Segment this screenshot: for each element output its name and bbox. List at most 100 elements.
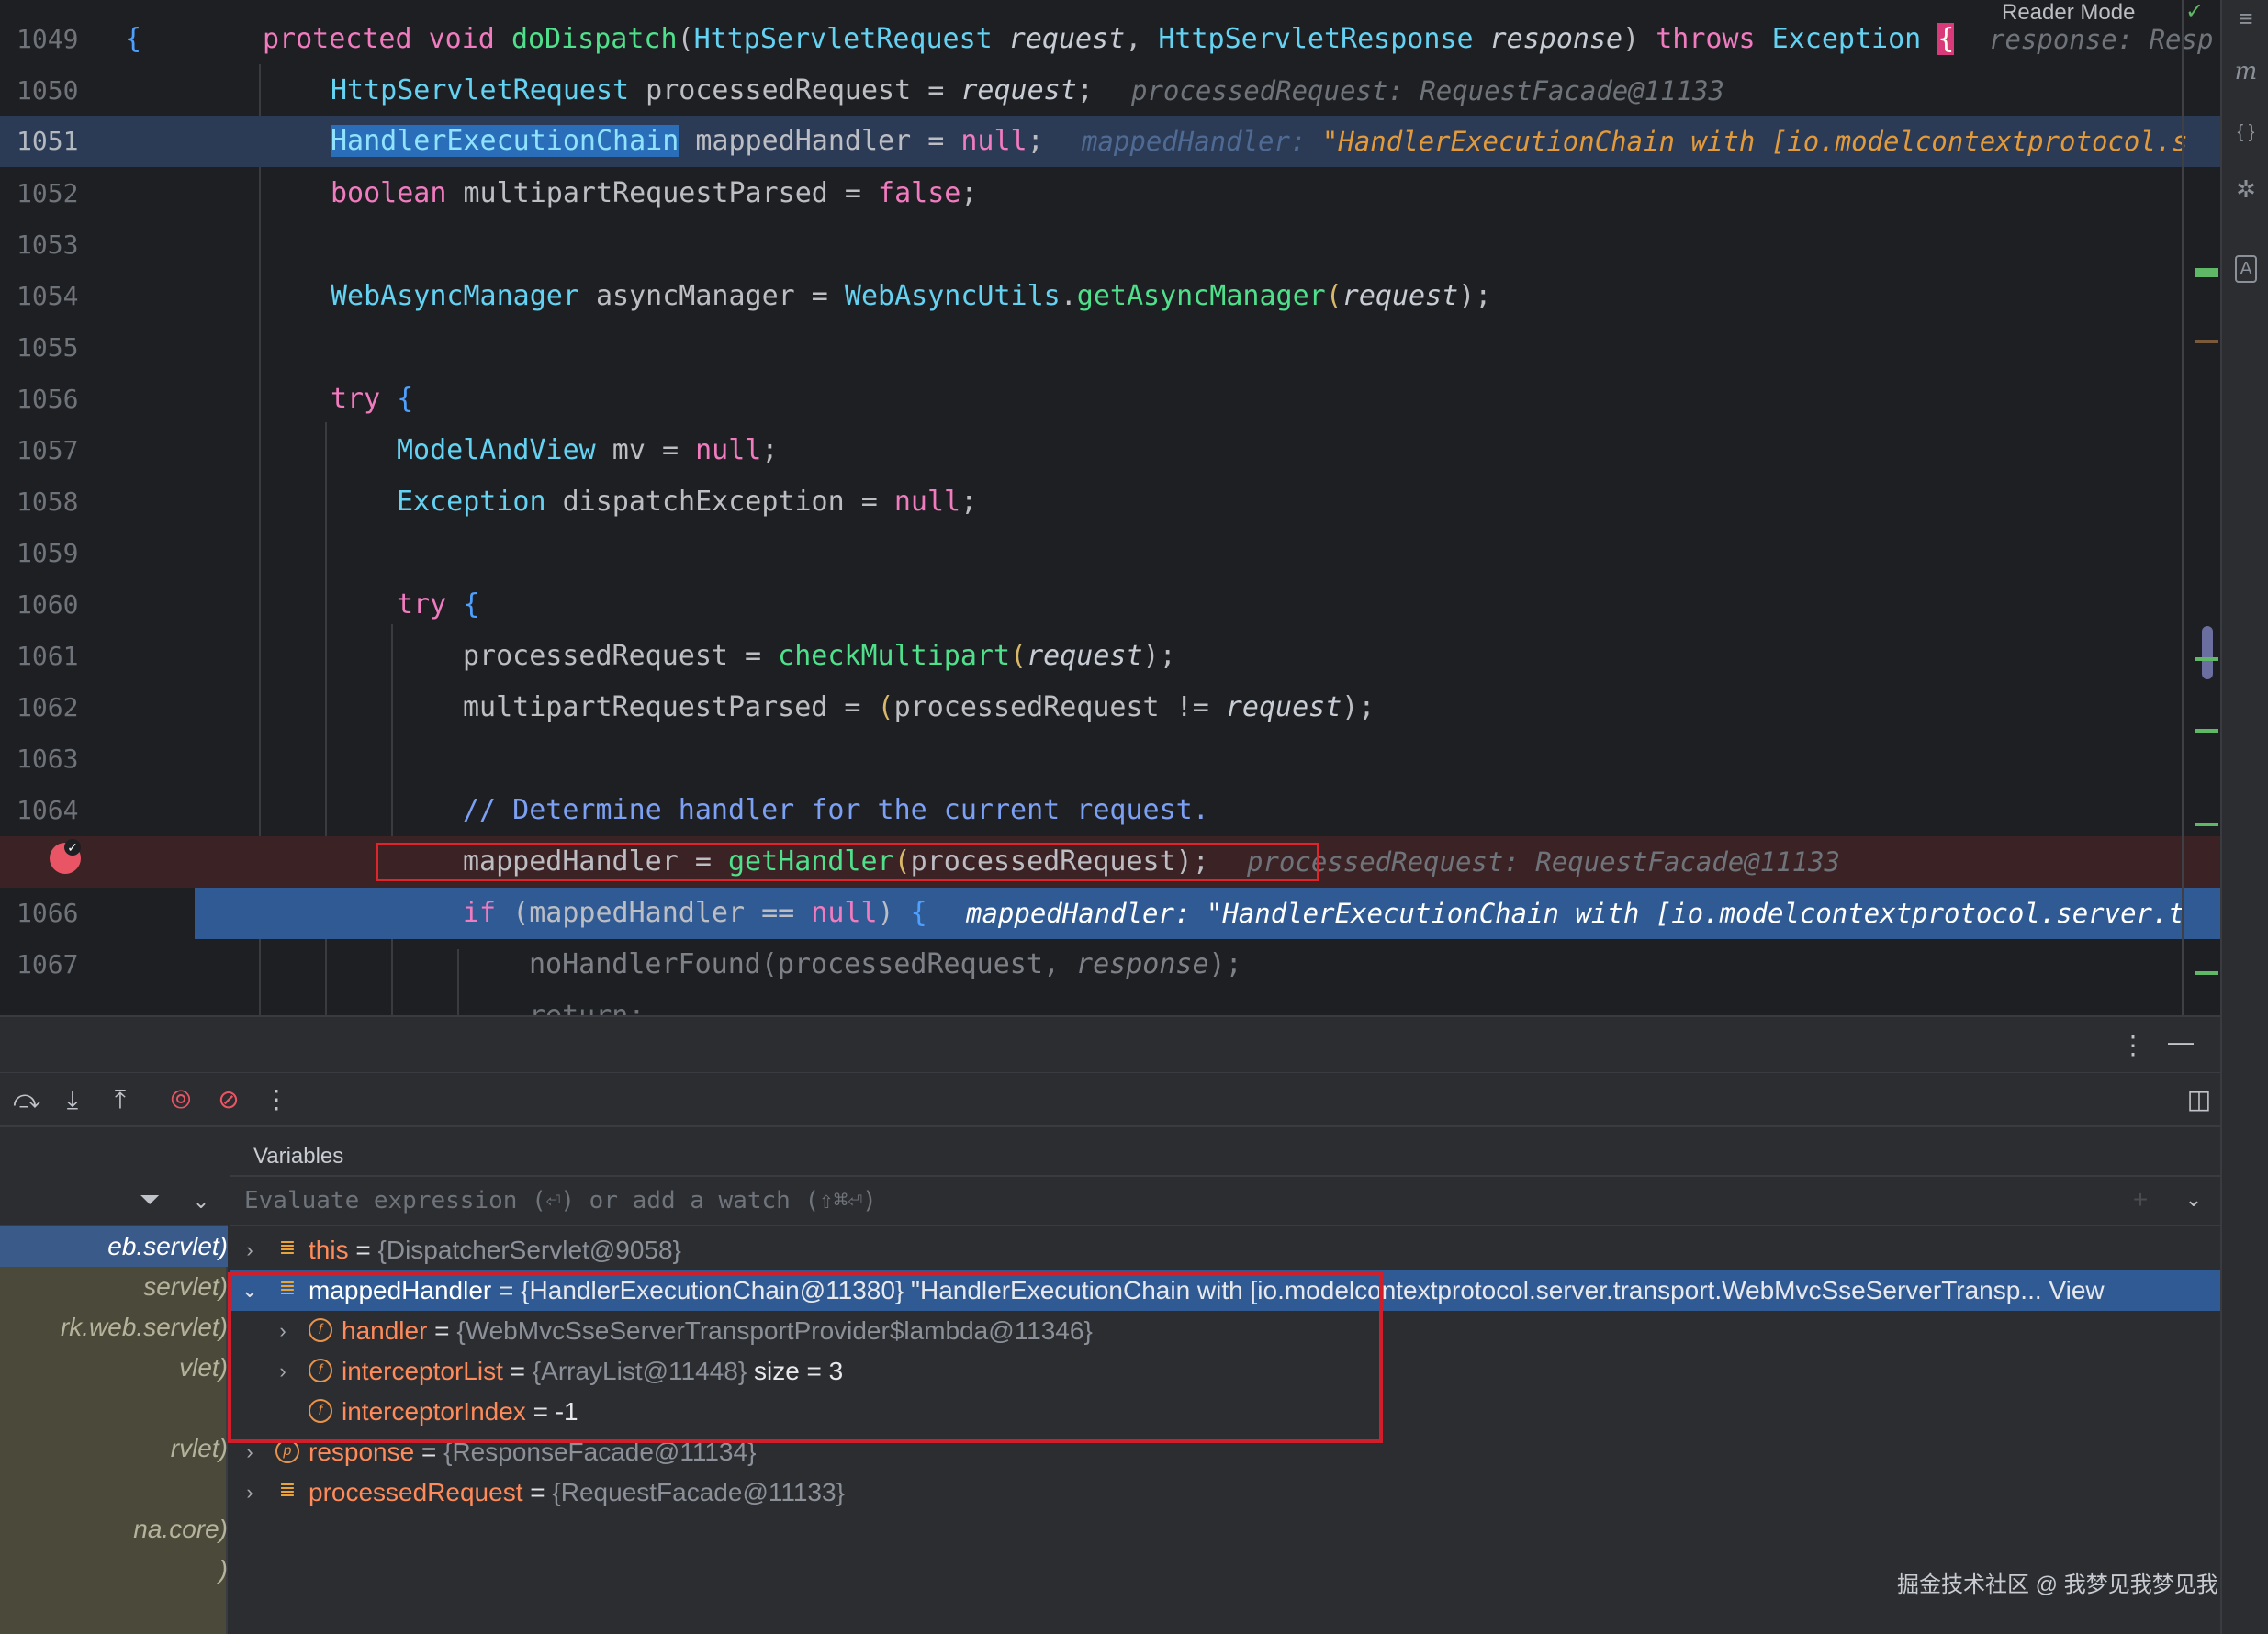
- code-editor[interactable]: 1049 { protected void doDispatch(HttpSer…: [0, 0, 2220, 1015]
- minimize-icon[interactable]: —: [2165, 1026, 2196, 1058]
- method-open-brace: {: [125, 23, 142, 55]
- change-marker: [2195, 971, 2218, 975]
- code-line[interactable]: 1052 boolean multipartRequestParsed = fa…: [0, 168, 2220, 219]
- code-line[interactable]: 1054 WebAsyncManager asyncManager = WebA…: [0, 271, 2220, 322]
- debug-toolbar: ⤼ ⤓ ⤒ ⦾ ⊘ ⋮ ◫: [0, 1072, 2220, 1127]
- reader-mode-button[interactable]: Reader Mode: [2002, 0, 2135, 26]
- frame-item[interactable]: rvlet): [0, 1428, 228, 1469]
- layout-settings-icon[interactable]: ◫: [2184, 1084, 2215, 1115]
- code-line-execution-point[interactable]: if (mappedHandler == null) { mappedHandl…: [195, 888, 2220, 939]
- line-number: 1053: [17, 229, 79, 260]
- evaluate-expression-input[interactable]: [244, 1182, 2081, 1219]
- code-line[interactable]: 1055: [0, 322, 2220, 374]
- json-braces-icon[interactable]: { }: [2231, 118, 2261, 147]
- add-watch-icon[interactable]: +: [2125, 1184, 2156, 1215]
- variable-row-processedrequest[interactable]: › ≣ processedRequest = {RequestFacade@11…: [230, 1472, 2220, 1513]
- step-into-icon[interactable]: ⤓: [57, 1084, 88, 1115]
- code-text: boolean multipartRequestParsed = false;: [331, 177, 978, 209]
- line-number: 1061: [17, 641, 79, 671]
- maven-icon[interactable]: m: [2231, 57, 2261, 86]
- breakpoint-check-icon: ✓: [64, 839, 81, 856]
- frame-item[interactable]: eb.servlet): [0, 1226, 228, 1267]
- code-text: Exception dispatchException = null;: [397, 486, 978, 518]
- code-line[interactable]: 1067 noHandlerFound(processedRequest, re…: [0, 939, 2220, 990]
- code-line[interactable]: 1057 ModelAndView mv = null;: [0, 425, 2220, 476]
- line-number: 1052: [17, 178, 79, 208]
- frame-item[interactable]: na.core): [0, 1509, 228, 1550]
- evaluate-expression-bar: + ⌄: [230, 1175, 2220, 1226]
- frame-item[interactable]: servlet): [0, 1267, 228, 1307]
- view-breakpoints-icon[interactable]: ⦾: [165, 1084, 196, 1115]
- code-text: multipartRequestParsed = (processedReque…: [463, 691, 1375, 723]
- line-number: 1066: [17, 898, 79, 928]
- code-text: return;: [529, 1000, 645, 1015]
- chevron-down-icon[interactable]: ⌄: [2178, 1184, 2209, 1215]
- code-line[interactable]: 1060 try {: [0, 579, 2220, 631]
- frame-item[interactable]: vlet): [0, 1348, 228, 1388]
- expand-arrow-icon[interactable]: ›: [241, 1230, 259, 1270]
- editor-scrollbar-track[interactable]: [2182, 0, 2184, 1015]
- frame-item[interactable]: ): [0, 1550, 228, 1590]
- scroll-thumb[interactable]: [2202, 626, 2213, 679]
- code-line[interactable]: return;: [0, 990, 2220, 1015]
- code-text: processedRequest = checkMultipart(reques…: [463, 640, 1176, 672]
- code-text: try {: [397, 588, 480, 621]
- frames-toolbar: ⏷ ⌄: [0, 1129, 228, 1226]
- inline-debug-value: processedRequest: RequestFacade@11133: [1247, 846, 1841, 878]
- line-number: 1062: [17, 692, 79, 722]
- code-line[interactable]: 1050 HttpServletRequest processedRequest…: [0, 65, 2220, 117]
- code-line[interactable]: 1049 { protected void doDispatch(HttpSer…: [0, 14, 2220, 65]
- code-line[interactable]: 1059: [0, 528, 2220, 579]
- change-marker: [2195, 823, 2218, 826]
- chevron-down-icon[interactable]: ⌄: [185, 1186, 217, 1217]
- variables-title: Variables: [253, 1144, 344, 1169]
- code-line-gutter: 1066: [0, 888, 195, 939]
- change-marker: [2195, 340, 2218, 343]
- code-line[interactable]: 1053: [0, 219, 2220, 271]
- code-comment: // Determine handler for the current req…: [463, 794, 1209, 826]
- line-number: 1060: [17, 589, 79, 620]
- highlight-annotation-box: [228, 1272, 1383, 1443]
- mute-breakpoints-icon[interactable]: ⊘: [213, 1084, 244, 1115]
- line-number: 1051: [17, 126, 79, 156]
- code-line[interactable]: 1056 try {: [0, 374, 2220, 425]
- inspection-ok-icon[interactable]: ✓: [2185, 0, 2204, 25]
- code-text: HandlerExecutionChain mappedHandler = nu…: [331, 125, 1044, 157]
- code-line[interactable]: 1062 multipartRequestParsed = (processed…: [0, 682, 2220, 733]
- translate-icon[interactable]: A: [2235, 255, 2257, 283]
- watermark: 掘金技术社区 @ 我梦见我梦见我: [1897, 1572, 2218, 1597]
- frame-item[interactable]: rk.web.servlet): [0, 1307, 228, 1348]
- code-line-current[interactable]: 1051 HandlerExecutionChain mappedHandler…: [0, 116, 2220, 167]
- ai-assistant-icon[interactable]: ✲: [2231, 174, 2261, 204]
- code-line[interactable]: 1064 // Determine handler for the curren…: [0, 785, 2220, 836]
- code-line[interactable]: 1063: [0, 733, 2220, 785]
- expand-arrow-icon[interactable]: ›: [241, 1472, 259, 1513]
- step-out-icon[interactable]: ⤒: [105, 1084, 136, 1115]
- code-text: WebAsyncManager asyncManager = WebAsyncU…: [331, 280, 1492, 312]
- line-number: 1063: [17, 744, 79, 774]
- step-over-icon[interactable]: ⤼: [11, 1084, 42, 1115]
- code-text: ModelAndView mv = null;: [397, 434, 779, 466]
- local-variable-icon: ≣: [278, 1236, 297, 1259]
- highlight-annotation-box: [376, 843, 1319, 881]
- code-text: noHandlerFound(processedRequest, respons…: [529, 948, 1242, 980]
- more-options-icon[interactable]: ⋮: [2117, 1030, 2149, 1061]
- line-number: 1058: [17, 487, 79, 517]
- database-icon[interactable]: ≡: [2231, 4, 2261, 33]
- inline-debug-value: mappedHandler: "HandlerExecutionChain wi…: [966, 898, 2184, 929]
- code-text: protected void doDispatch(HttpServletReq…: [263, 23, 1955, 55]
- filter-icon[interactable]: ⏷: [134, 1184, 165, 1215]
- inline-debug-value: processedRequest: RequestFacade@11133: [1131, 75, 1725, 106]
- line-number: 1056: [17, 384, 79, 414]
- code-line[interactable]: 1058 Exception dispatchException = null;: [0, 476, 2220, 528]
- frames-panel: ⏷ ⌄ eb.servlet) servlet) rk.web.servlet)…: [0, 1129, 228, 1634]
- line-number: 1067: [17, 949, 79, 979]
- code-line[interactable]: 1061 processedRequest = checkMultipart(r…: [0, 631, 2220, 682]
- variable-row-this[interactable]: › ≣ this = {DispatcherServlet@9058}: [230, 1230, 2220, 1270]
- line-number: 1054: [17, 281, 79, 311]
- debug-panel-header: ⋮ —: [0, 1015, 2220, 1072]
- change-marker: [2195, 657, 2218, 661]
- line-number: 1050: [17, 75, 79, 106]
- line-number: 1064: [17, 795, 79, 825]
- more-actions-icon[interactable]: ⋮: [261, 1084, 292, 1115]
